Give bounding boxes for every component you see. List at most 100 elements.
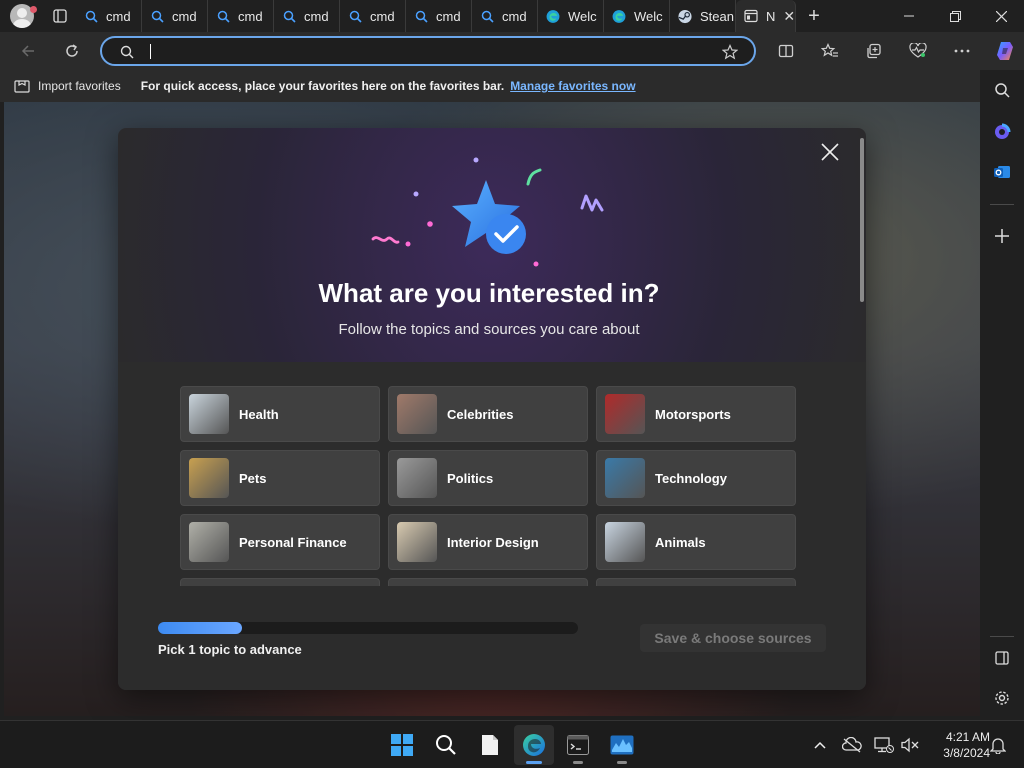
taskbar-terminal-button[interactable] [558,725,598,765]
search-icon [84,9,98,23]
close-tab-button[interactable]: ✕ [783,8,795,25]
taskbar-monitor-app-button[interactable] [602,725,642,765]
text-caret [150,44,151,59]
close-window-button[interactable] [978,0,1024,32]
modal-scrollbar[interactable] [860,138,864,302]
more-dots-icon [954,49,970,53]
new-tab-button[interactable]: + [796,0,832,32]
tab-actions-button[interactable] [44,0,76,32]
search-icon [348,9,362,23]
tab-8[interactable]: Welc [538,0,604,32]
notifications-button[interactable] [986,733,1010,757]
taskbar-edge-button[interactable] [514,725,554,765]
topic-label: Personal Finance [239,534,347,550]
search-icon [480,9,494,23]
import-favorites-label: Import favorites [38,79,121,93]
minimize-button[interactable] [886,0,932,32]
refresh-button[interactable] [52,32,92,70]
topic-card-clipped[interactable] [596,578,796,586]
show-hidden-icons-button[interactable] [808,733,832,757]
sidebar-copilot-button[interactable] [980,112,1024,152]
address-input[interactable] [148,41,708,61]
topic-card[interactable]: Health [180,386,380,442]
modal-subtitle: Follow the topics and sources you care a… [338,321,640,338]
profile-button[interactable] [0,0,44,32]
search-icon [436,735,456,755]
tab-2[interactable]: cmd [142,0,208,32]
address-bar[interactable] [100,36,756,66]
tab-5[interactable]: cmd [340,0,406,32]
network-disconnected-icon [874,737,894,753]
topic-label: Celebrities [447,406,514,422]
topic-label: Pets [239,470,267,486]
close-modal-button[interactable] [818,140,842,164]
topic-label: Interior Design [447,534,539,550]
network-tray-icon[interactable] [872,733,896,757]
outlook-icon [994,166,1010,178]
back-button[interactable] [8,32,48,70]
heart-pulse-icon [909,43,927,58]
start-button[interactable] [382,725,422,765]
tab-7[interactable]: cmd [472,0,538,32]
copilot-button[interactable] [984,32,1024,70]
manage-favorites-link[interactable]: Manage favorites now [510,79,635,93]
taskbar-clock[interactable]: 4:21 AM 3/8/2024 [920,729,990,761]
save-choose-sources-button[interactable]: Save & choose sources [640,624,826,652]
topic-card[interactable]: Interior Design [388,514,588,570]
tab-label: cmd [238,8,263,24]
newtab-icon [744,9,758,23]
favorites-button[interactable] [808,32,852,70]
topic-card[interactable]: Technology [596,450,796,506]
topic-card[interactable]: Personal Finance [180,514,380,570]
volume-tray-icon[interactable] [898,733,922,757]
back-arrow-icon [21,45,34,57]
topic-label: Politics [447,470,494,486]
tab-10[interactable]: Stean [670,0,736,32]
progress-track [158,622,578,634]
tab-4[interactable]: cmd [274,0,340,32]
tab-label: Stean [700,8,734,24]
settings-more-button[interactable] [940,32,984,70]
topic-thumbnail [189,394,229,434]
onedrive-tray-icon[interactable] [840,733,864,757]
speaker-muted-icon [901,737,919,753]
sidebar-settings-button[interactable] [980,678,1024,718]
import-favorites-button[interactable]: Import favorites [0,79,121,93]
tab-active[interactable]: N ✕ [736,0,796,32]
taskbar-search-button[interactable] [426,725,466,765]
search-icon [995,83,1010,98]
topic-thumbnail [605,522,645,562]
topic-card[interactable]: Celebrities [388,386,588,442]
clock-time: 4:21 AM [945,730,990,744]
tab-label: N [766,8,776,24]
tab-3[interactable]: cmd [208,0,274,32]
topic-card[interactable]: Motorsports [596,386,796,442]
browser-essentials-button[interactable] [896,32,940,70]
topic-card-clipped[interactable] [180,578,380,586]
tab-label: cmd [370,8,395,24]
topic-card[interactable]: Pets [180,450,380,506]
sidebar-hide-button[interactable] [980,638,1024,678]
favorites-icon [821,43,838,57]
sidebar-outlook-button[interactable] [980,152,1024,192]
taskbar-file-button[interactable] [470,725,510,765]
restore-button[interactable] [932,0,978,32]
edge-icon [612,9,626,23]
topic-card[interactable]: Animals [596,514,796,570]
topic-card[interactable]: Politics [388,450,588,506]
search-icon [150,9,164,23]
tab-actions-icon [53,9,67,23]
star-checkmark-illustration [371,157,604,267]
favorite-star-icon[interactable] [722,44,738,60]
tab-1[interactable]: cmd [76,0,142,32]
split-screen-button[interactable] [764,32,808,70]
sidebar-search-button[interactable] [980,70,1024,110]
tab-9[interactable]: Welc [604,0,670,32]
plus-icon [995,229,1009,243]
topic-card-clipped[interactable] [388,578,588,586]
tab-6[interactable]: cmd [406,0,472,32]
topic-thumbnail [397,394,437,434]
collections-button[interactable] [852,32,896,70]
sidebar-add-button[interactable] [980,216,1024,256]
search-icon [282,9,296,23]
